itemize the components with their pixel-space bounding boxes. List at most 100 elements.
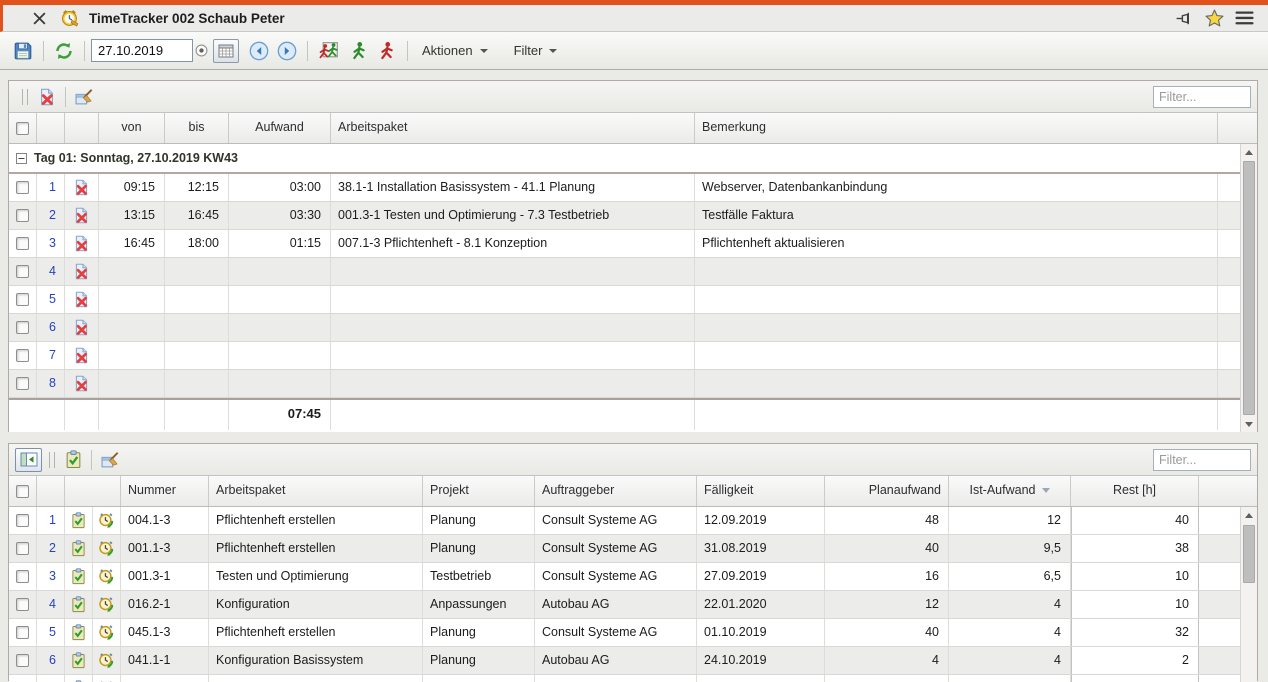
start-timer-icon[interactable] xyxy=(93,647,121,674)
time-entries-filter-input[interactable] xyxy=(1153,86,1251,108)
cell-bis[interactable] xyxy=(165,314,229,341)
cell-ist-aufwand[interactable]: 4 xyxy=(949,647,1071,674)
cell-arbeitspaket[interactable]: Pflichtenheft erstellen xyxy=(209,507,423,534)
row-checkbox[interactable] xyxy=(16,181,29,194)
cell-bemerkung[interactable]: Pflichtenheft aktualisieren xyxy=(695,230,1218,257)
cell-rest[interactable]: 38 xyxy=(1071,535,1199,562)
collapse-panel-button[interactable] xyxy=(15,448,42,472)
cell-aufwand[interactable] xyxy=(229,314,331,341)
row-number[interactable]: 4 xyxy=(37,591,65,618)
delete-row-icon[interactable] xyxy=(65,314,99,341)
cell-von[interactable]: 09:15 xyxy=(99,174,165,201)
row-number[interactable]: 2 xyxy=(37,535,65,562)
delete-row-icon[interactable] xyxy=(65,230,99,257)
cell-planaufwand[interactable]: 48 xyxy=(825,507,949,534)
select-all-checkbox[interactable] xyxy=(9,113,37,143)
row-checkbox[interactable] xyxy=(16,321,29,334)
cell-arbeitspaket[interactable] xyxy=(331,286,695,313)
cell-nummer[interactable]: 041.1-1 xyxy=(121,647,209,674)
cell-arbeitspaket[interactable] xyxy=(331,258,695,285)
refresh-icon[interactable] xyxy=(50,41,78,61)
checkbox[interactable] xyxy=(16,122,29,135)
cell-bemerkung[interactable]: Testfälle Faktura xyxy=(695,202,1218,229)
start-timer-icon[interactable] xyxy=(93,619,121,646)
cell-arbeitspaket[interactable] xyxy=(331,342,695,369)
clear-filter-broom-icon[interactable] xyxy=(98,450,123,469)
work-packages-scrollbar[interactable] xyxy=(1240,507,1257,682)
cell-arbeitspaket[interactable] xyxy=(331,370,695,397)
cell-nummer[interactable]: 004.1-3 xyxy=(121,507,209,534)
cell-arbeitspaket[interactable]: Konfiguration Basissystem xyxy=(209,647,423,674)
cell-von[interactable]: 16:45 xyxy=(99,230,165,257)
row-checkbox[interactable] xyxy=(16,598,29,611)
work-packages-filter-input[interactable] xyxy=(1153,449,1251,471)
cell-von[interactable] xyxy=(99,342,165,369)
cell-bis[interactable] xyxy=(165,286,229,313)
cell-ist-aufwand[interactable]: 12 xyxy=(949,507,1071,534)
cell-aufwand[interactable] xyxy=(229,342,331,369)
menu-icon[interactable] xyxy=(1235,11,1254,25)
cell-bemerkung[interactable] xyxy=(695,342,1218,369)
cell-auftraggeber[interactable]: Consult Systeme AG xyxy=(535,619,697,646)
row-number[interactable]: 2 xyxy=(37,202,65,229)
checkbox[interactable] xyxy=(16,485,29,498)
row-number[interactable]: 5 xyxy=(37,619,65,646)
time-entries-scrollbar[interactable] xyxy=(1240,144,1257,432)
work-package-row[interactable]: 6041.1-1Konfiguration BasissystemPlanung… xyxy=(9,647,1240,675)
cell-faelligkeit[interactable]: 01.10.2019 xyxy=(697,619,825,646)
book-entry-icon[interactable] xyxy=(65,591,93,618)
delete-row-icon[interactable] xyxy=(65,174,99,201)
cell-bis[interactable]: 18:00 xyxy=(165,230,229,257)
work-package-row[interactable]: 5045.1-3Pflichtenheft erstellenPlanungCo… xyxy=(9,619,1240,647)
row-checkbox[interactable] xyxy=(16,626,29,639)
team-bookings-icon[interactable] xyxy=(314,41,345,60)
book-entry-icon[interactable] xyxy=(65,563,93,590)
cell-projekt[interactable]: Planung xyxy=(423,507,535,534)
cell-arbeitspaket[interactable]: 001.3-1 Testen und Optimierung - 7.3 Tes… xyxy=(331,202,695,229)
column-header-faelligkeit[interactable]: Fälligkeit xyxy=(697,476,825,506)
person-green-icon[interactable] xyxy=(345,41,373,61)
cell-bis[interactable]: 12:15 xyxy=(165,174,229,201)
cell-faelligkeit[interactable]: 12.09.2019 xyxy=(697,507,825,534)
column-header-arbeitspaket[interactable]: Arbeitspaket xyxy=(331,113,695,143)
row-number[interactable]: 1 xyxy=(37,174,65,201)
cell-ist-aufwand[interactable]: 9,5 xyxy=(949,535,1071,562)
time-entry-row[interactable]: 316:4518:0001:15007.1-3 Pflichtenheft - … xyxy=(9,230,1240,258)
cell-rest[interactable]: 10 xyxy=(1071,563,1199,590)
cell-faelligkeit[interactable]: 22.01.2020 xyxy=(697,591,825,618)
scroll-down-button[interactable] xyxy=(1241,416,1257,432)
cell-bis[interactable] xyxy=(165,342,229,369)
save-icon[interactable] xyxy=(9,41,37,61)
cell-bis[interactable] xyxy=(165,258,229,285)
cell-ist-aufwand[interactable]: 4 xyxy=(949,591,1071,618)
cell-bis[interactable]: 16:45 xyxy=(165,202,229,229)
delete-entries-icon[interactable] xyxy=(35,88,59,106)
column-header-bemerkung[interactable]: Bemerkung xyxy=(695,113,1218,143)
cell-planaufwand[interactable]: 40 xyxy=(825,619,949,646)
column-header-aufwand[interactable]: Aufwand xyxy=(229,113,331,143)
favorite-star-icon[interactable] xyxy=(1205,9,1224,27)
row-checkbox[interactable] xyxy=(16,514,29,527)
cell-arbeitspaket[interactable]: 007.1-3 Pflichtenheft - 8.1 Konzeption xyxy=(331,230,695,257)
row-number[interactable]: 1 xyxy=(37,507,65,534)
cell-faelligkeit[interactable]: 27.09.2019 xyxy=(697,563,825,590)
cell-arbeitspaket[interactable]: Pflichtenheft erstellen xyxy=(209,619,423,646)
cell-planaufwand[interactable]: 12 xyxy=(825,591,949,618)
delete-row-icon[interactable] xyxy=(65,258,99,285)
cell-auftraggeber[interactable]: Consult Systeme AG xyxy=(535,535,697,562)
time-entry-row[interactable]: 7 xyxy=(9,342,1240,370)
row-number[interactable]: 5 xyxy=(37,286,65,313)
row-checkbox[interactable] xyxy=(16,654,29,667)
cell-aufwand[interactable] xyxy=(229,370,331,397)
cell-bemerkung[interactable]: Webserver, Datenbankanbindung xyxy=(695,174,1218,201)
row-number[interactable]: 4 xyxy=(37,258,65,285)
cell-arbeitspaket[interactable] xyxy=(331,314,695,341)
cell-bemerkung[interactable] xyxy=(695,314,1218,341)
cell-von[interactable] xyxy=(99,258,165,285)
row-checkbox[interactable] xyxy=(16,293,29,306)
book-entry-icon[interactable] xyxy=(65,619,93,646)
scroll-up-button[interactable] xyxy=(1241,144,1257,160)
scrollbar-thumb[interactable] xyxy=(1243,161,1255,415)
time-entry-row[interactable]: 4 xyxy=(9,258,1240,286)
cell-aufwand[interactable] xyxy=(229,258,331,285)
